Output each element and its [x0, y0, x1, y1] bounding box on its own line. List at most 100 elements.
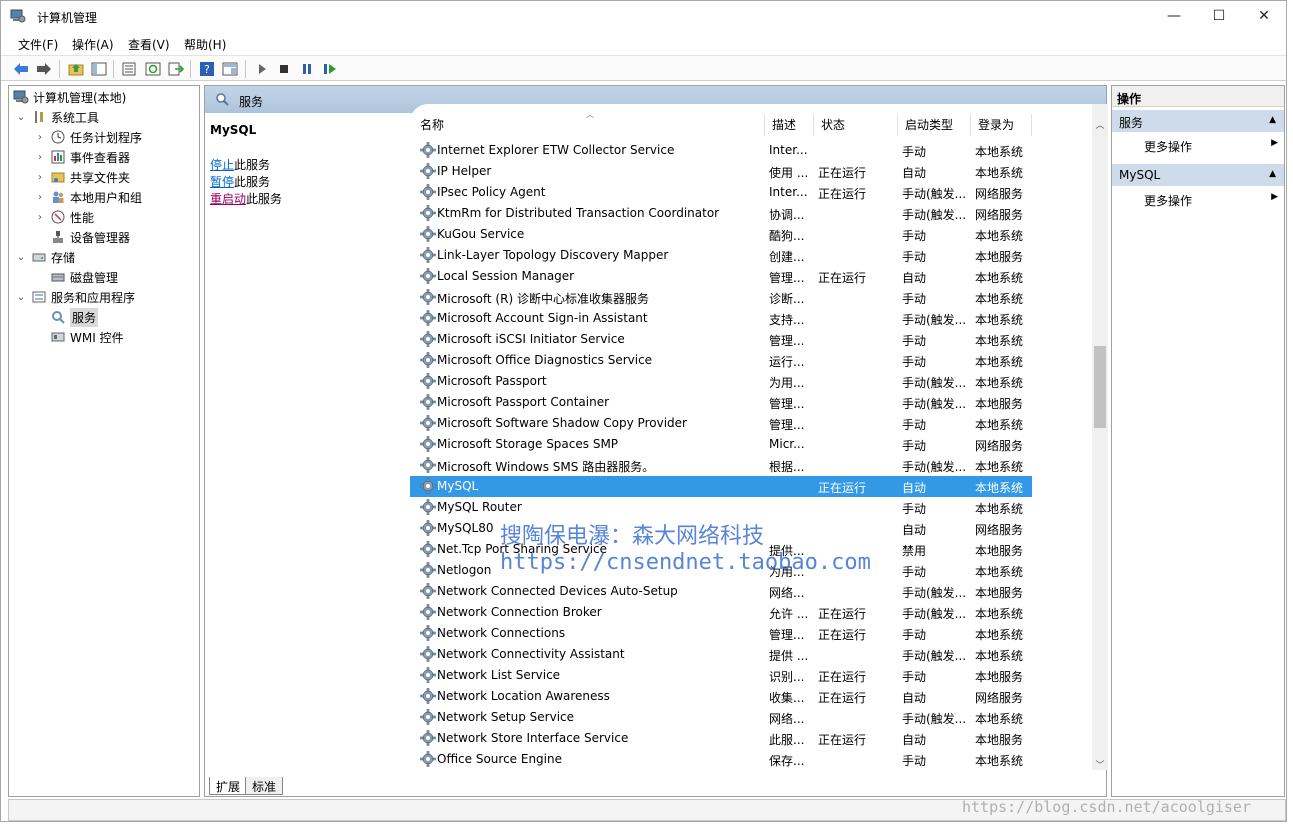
chevron-down-icon[interactable]: ⌄: [15, 292, 27, 303]
service-row[interactable]: Microsoft (R) 诊断中心标准收集器服务 诊断... 手动 本地系统: [410, 287, 1032, 308]
maximize-button[interactable]: ☐: [1196, 1, 1242, 31]
service-row[interactable]: Network Setup Service 网络... 手动(触发... 本地系统: [410, 707, 1032, 728]
service-row[interactable]: Microsoft Passport 为用... 手动(触发... 本地系统: [410, 371, 1032, 392]
service-startup-type: 手动: [902, 418, 927, 432]
tree-item-services[interactable]: 服务: [50, 307, 99, 327]
restart-link[interactable]: 重启动: [210, 192, 246, 206]
forward-icon[interactable]: [35, 60, 52, 77]
service-row[interactable]: Network Location Awareness 收集... 正在运行 自动 网络服…: [410, 686, 1032, 707]
pause-icon[interactable]: [298, 60, 315, 77]
help-icon[interactable]: ?: [198, 60, 215, 77]
back-icon[interactable]: [12, 60, 29, 77]
service-description: 诊断...: [769, 292, 805, 306]
service-startup-type: 手动: [902, 334, 927, 348]
service-gear-icon: [420, 604, 437, 621]
collapse-icon[interactable]: ▲: [1269, 169, 1276, 179]
tree-item-disk-management[interactable]: 磁盘管理: [50, 267, 118, 287]
tree-item-computer-management[interactable]: 计算机管理(本地): [13, 87, 126, 107]
tree-item-event-viewer[interactable]: › 事件查看器: [34, 147, 130, 167]
service-row[interactable]: Internet Explorer ETW Collector Service I…: [410, 140, 1032, 161]
minimize-button[interactable]: —: [1151, 1, 1197, 31]
service-row[interactable]: Network Store Interface Service 此服... 正在运行…: [410, 728, 1032, 749]
service-row[interactable]: IP Helper 使用 ... 正在运行 自动 本地系统: [410, 161, 1032, 182]
service-row[interactable]: Microsoft Software Shadow Copy Provider 管…: [410, 413, 1032, 434]
service-row[interactable]: Network Connected Devices Auto-Setup 网络..…: [410, 581, 1032, 602]
menu-help[interactable]: 帮助(H): [184, 36, 226, 53]
service-description: 酷狗...: [769, 229, 805, 243]
tree-item-services-and-apps[interactable]: ⌄ 服务和应用程序: [15, 287, 135, 307]
service-row[interactable]: Microsoft Storage Spaces SMP Micr... 手动 网络服…: [410, 434, 1032, 455]
service-row[interactable]: Office Source Engine 保存... 手动 本地系统: [410, 749, 1032, 770]
stop-icon[interactable]: [275, 60, 292, 77]
service-row[interactable]: MySQL 正在运行 自动 本地系统: [410, 476, 1032, 497]
actions-section-services[interactable]: 服务 ▲: [1112, 110, 1284, 132]
tree-item-shared-folders[interactable]: › 共享文件夹: [34, 167, 130, 187]
menu-view[interactable]: 查看(V): [128, 36, 170, 53]
service-description: 为用...: [769, 376, 805, 390]
properties-icon[interactable]: [120, 60, 137, 77]
chevron-right-icon[interactable]: ›: [34, 152, 46, 163]
service-gear-icon: [420, 394, 437, 411]
tree-item-local-users[interactable]: › 本地用户和组: [34, 187, 142, 207]
actions-section-mysql[interactable]: MySQL ▲: [1112, 164, 1284, 186]
service-row[interactable]: Microsoft Passport Container 管理... 手动(触发..…: [410, 392, 1032, 413]
service-row[interactable]: KuGou Service 酷狗... 手动 本地系统: [410, 224, 1032, 245]
service-startup-type: 手动(触发...: [902, 187, 967, 201]
tree-item-device-manager[interactable]: 设备管理器: [50, 227, 130, 247]
tree-item-storage[interactable]: ⌄ 存储: [15, 247, 75, 267]
column-header-description[interactable]: 描述: [765, 114, 814, 136]
service-row[interactable]: Local Session Manager 管理... 正在运行 自动 本地系统: [410, 266, 1032, 287]
service-row[interactable]: Microsoft Account Sign-in Assistant 支持...…: [410, 308, 1032, 329]
column-header-status[interactable]: 状态: [814, 114, 898, 136]
restart-icon[interactable]: [321, 60, 338, 77]
service-row[interactable]: Network List Service 识别... 正在运行 手动 本地服务: [410, 665, 1032, 686]
console-icon[interactable]: [221, 60, 238, 77]
service-row[interactable]: IPsec Policy Agent Inter... 正在运行 手动(触发... 网络…: [410, 182, 1032, 203]
tab-standard[interactable]: 标准: [245, 777, 284, 795]
refresh-icon[interactable]: [144, 60, 161, 77]
service-row[interactable]: Network Connection Broker 允许 ... 正在运行 手动(触发…: [410, 602, 1032, 623]
chevron-right-icon[interactable]: ›: [34, 172, 46, 183]
service-logon-as: 本地系统: [975, 313, 1024, 327]
chevron-right-icon[interactable]: ›: [34, 192, 46, 203]
service-row[interactable]: Microsoft Office Diagnostics Service 运行..…: [410, 350, 1032, 371]
export-icon[interactable]: [167, 60, 184, 77]
column-header-name[interactable]: 名称: [413, 114, 765, 136]
service-logon-as: 本地系统: [975, 565, 1024, 579]
scroll-up-icon[interactable]: ︿: [1092, 116, 1108, 132]
vertical-scrollbar[interactable]: ︿ ﹀: [1092, 104, 1108, 772]
show-tree-icon[interactable]: [90, 60, 107, 77]
column-header-logon-as[interactable]: 登录为: [971, 114, 1032, 136]
actions-pane: 操作 服务 ▲ 更多操作 ▶ MySQL ▲ 更多操作 ▶: [1111, 85, 1285, 797]
column-header-startup-type[interactable]: 启动类型: [898, 114, 971, 136]
service-row[interactable]: KtmRm for Distributed Transaction Coordi…: [410, 203, 1032, 224]
tree-item-wmi-control[interactable]: WMI 控件: [50, 327, 124, 347]
collapse-icon[interactable]: ▲: [1269, 115, 1276, 125]
scroll-down-icon[interactable]: ﹀: [1092, 756, 1108, 772]
more-actions-mysql[interactable]: 更多操作 ▶: [1112, 189, 1284, 209]
service-row[interactable]: Microsoft iSCSI Initiator Service 管理... 手动…: [410, 329, 1032, 350]
chevron-right-icon[interactable]: ›: [34, 132, 46, 143]
service-row[interactable]: Network Connectivity Assistant 提供 ... 手动(触…: [410, 644, 1032, 665]
service-description: 协调...: [769, 208, 805, 222]
service-row[interactable]: Network Connections 管理... 正在运行 手动 本地系统: [410, 623, 1032, 644]
menu-file[interactable]: 文件(F): [18, 36, 58, 53]
menu-action[interactable]: 操作(A): [72, 36, 114, 53]
chevron-down-icon[interactable]: ⌄: [15, 252, 27, 263]
tree-item-performance[interactable]: › 性能: [34, 207, 94, 227]
tab-extended[interactable]: 扩展: [209, 777, 248, 795]
up-folder-icon[interactable]: [67, 60, 84, 77]
service-row[interactable]: Link-Layer Topology Discovery Mapper 创建..…: [410, 245, 1032, 266]
tree-item-system-tools[interactable]: ⌄ 系统工具: [15, 107, 99, 127]
tree-item-task-scheduler[interactable]: › 任务计划程序: [34, 127, 142, 147]
service-row[interactable]: MySQL Router 手动 本地系统: [410, 497, 1032, 518]
chevron-down-icon[interactable]: ⌄: [15, 112, 27, 123]
play-icon[interactable]: [253, 60, 270, 77]
pause-link[interactable]: 暂停: [210, 175, 234, 189]
close-button[interactable]: ✕: [1241, 1, 1287, 31]
chevron-right-icon[interactable]: ›: [34, 212, 46, 223]
more-actions-services[interactable]: 更多操作 ▶: [1112, 135, 1284, 155]
service-row[interactable]: Microsoft Windows SMS 路由器服务。 根据... 手动(触发..…: [410, 455, 1032, 476]
stop-link[interactable]: 停止: [210, 158, 234, 172]
scroll-thumb[interactable]: [1094, 346, 1106, 428]
